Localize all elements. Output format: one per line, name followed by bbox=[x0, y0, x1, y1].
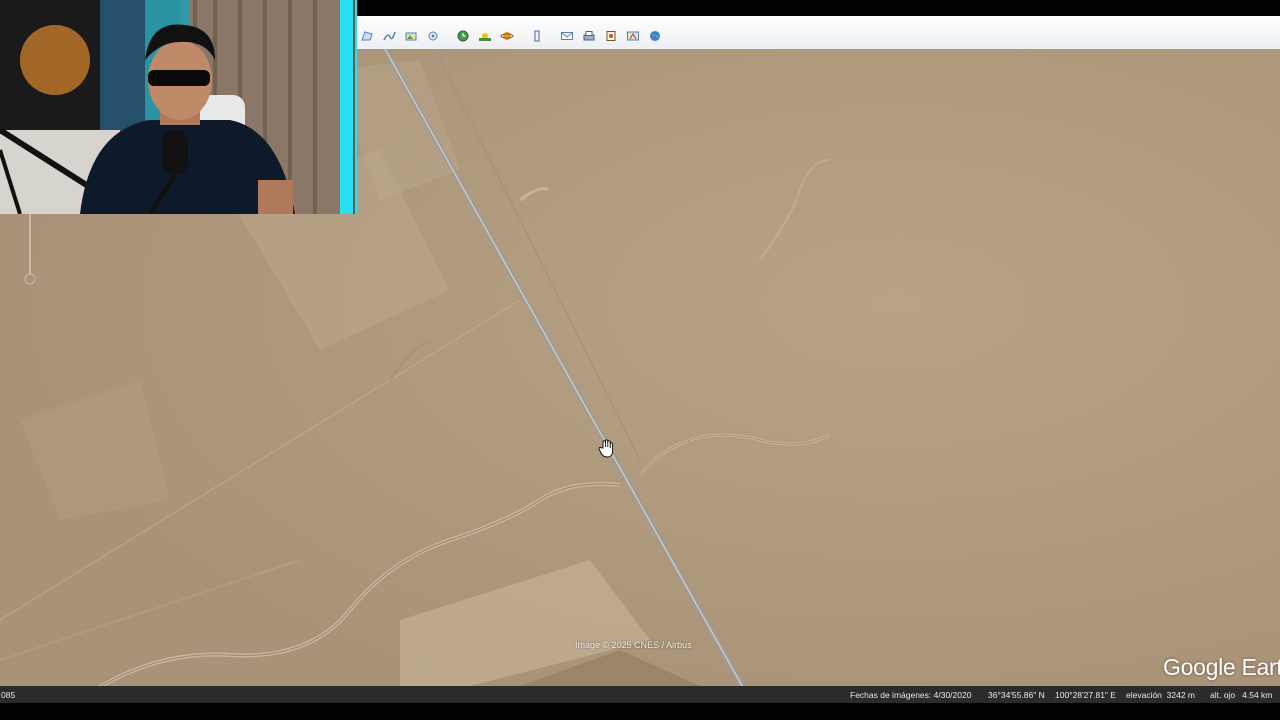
imagery-attribution: Image © 2025 CNES / Airbus bbox=[575, 640, 692, 650]
save-image-icon bbox=[606, 31, 615, 41]
historical-imagery-button[interactable] bbox=[453, 28, 472, 45]
web-button[interactable] bbox=[645, 28, 664, 45]
print-button[interactable] bbox=[579, 28, 598, 45]
view-in-maps-button[interactable] bbox=[623, 28, 642, 45]
status-left-fragment: 085 bbox=[1, 689, 16, 700]
email-button[interactable] bbox=[557, 28, 576, 45]
path-icon bbox=[382, 31, 396, 41]
toolbar bbox=[355, 16, 1280, 50]
save-image-button[interactable] bbox=[601, 28, 620, 45]
print-icon bbox=[583, 31, 594, 41]
longitude-readout: 100°28'27.81" E bbox=[1055, 689, 1116, 700]
maps-icon bbox=[626, 31, 639, 41]
status-bar: 085 Fechas de imágenes: 4/30/2020 36°34'… bbox=[0, 686, 1280, 703]
latitude-readout: 36°34'55.86" N bbox=[988, 689, 1045, 700]
clock-icon bbox=[457, 30, 468, 42]
image-overlay-icon bbox=[405, 32, 416, 41]
sun-icon bbox=[478, 33, 491, 41]
record-tour-button[interactable] bbox=[423, 28, 442, 45]
ruler-icon bbox=[534, 30, 539, 42]
google-earth-logo: Google Eart bbox=[1163, 654, 1280, 680]
tour-icon bbox=[428, 31, 437, 41]
webcam-overlay bbox=[0, 0, 357, 214]
elevation-readout: elevación 3242 m bbox=[1126, 689, 1195, 700]
switch-planet-button[interactable] bbox=[497, 28, 516, 45]
globe-icon bbox=[649, 31, 660, 41]
add-path-button[interactable] bbox=[379, 28, 398, 45]
add-polygon-button[interactable] bbox=[357, 28, 376, 45]
email-icon bbox=[560, 32, 573, 40]
streamer-webcam-image bbox=[0, 0, 355, 214]
planet-icon bbox=[500, 32, 513, 40]
sunlight-button[interactable] bbox=[475, 28, 494, 45]
hand-cursor-icon bbox=[598, 439, 614, 458]
ruler-button[interactable] bbox=[527, 28, 546, 45]
imagery-date: Fechas de imágenes: 4/30/2020 bbox=[850, 689, 972, 700]
eye-altitude-readout: alt. ojo 4.54 km bbox=[1210, 689, 1273, 700]
add-image-overlay-button[interactable] bbox=[401, 28, 420, 45]
toolbar-buttons bbox=[357, 26, 667, 46]
polygon-icon bbox=[360, 31, 373, 41]
window-bottom-bar bbox=[0, 703, 1280, 720]
